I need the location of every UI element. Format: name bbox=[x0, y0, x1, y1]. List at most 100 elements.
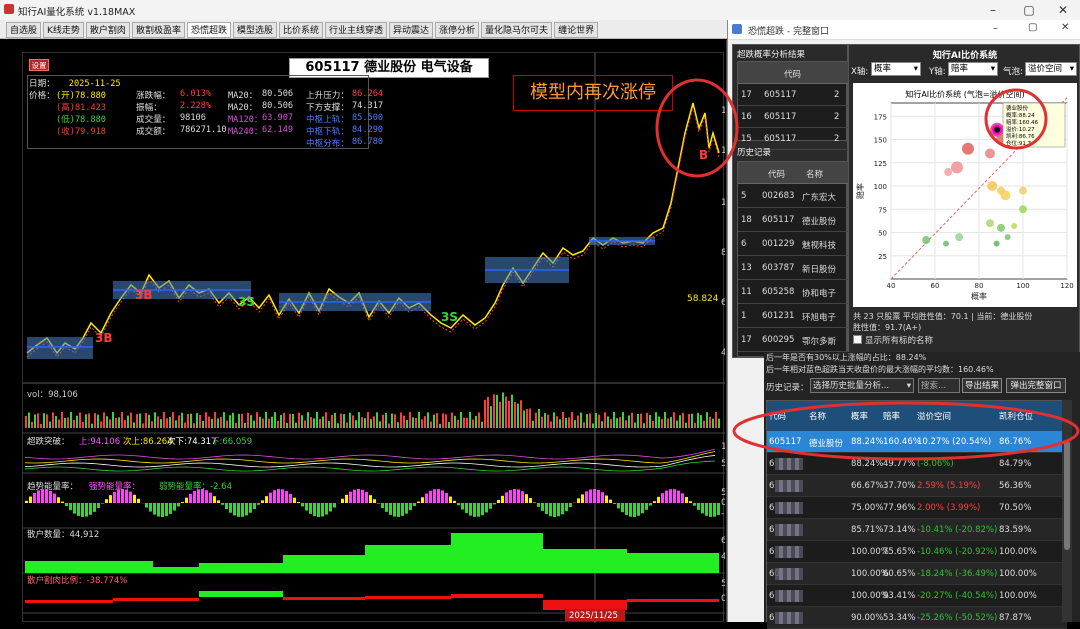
popup-window-button[interactable]: 弹出完整窗口 bbox=[1006, 378, 1066, 393]
blurred-name bbox=[775, 524, 803, 536]
tab-8[interactable]: 异动震达 bbox=[389, 22, 433, 38]
settings-button[interactable]: 设置 bbox=[29, 59, 49, 71]
trend-bar bbox=[341, 499, 344, 503]
inner-close-button[interactable]: ✕ bbox=[1061, 22, 1069, 33]
result-row[interactable]: 166051172 bbox=[738, 106, 848, 128]
vol-bar bbox=[430, 422, 432, 428]
tab-5[interactable]: 模型选股 bbox=[233, 22, 277, 38]
trend-bar bbox=[221, 503, 224, 505]
grid-header-cell[interactable]: 赔率 bbox=[883, 410, 900, 422]
vol-bar bbox=[427, 412, 429, 428]
maximize-button[interactable]: ▢ bbox=[1012, 0, 1046, 20]
search-input[interactable]: 搜索... bbox=[918, 378, 960, 393]
vol-bar bbox=[718, 419, 720, 428]
trend-bar bbox=[645, 503, 648, 510]
close-button[interactable]: ✕ bbox=[1046, 0, 1080, 20]
price-cell: (低)78.880 bbox=[56, 113, 106, 125]
trend-bar bbox=[681, 493, 684, 503]
result-table[interactable]: 代码 176051172166051172156051172 bbox=[737, 61, 847, 141]
history-row[interactable]: 6001229魅视科技 bbox=[738, 232, 848, 256]
result-cell: 16 bbox=[741, 112, 752, 122]
export-button[interactable]: 导出结果 bbox=[962, 378, 1002, 393]
history-row[interactable]: 5002683广东宏大 bbox=[738, 184, 848, 208]
tab-6[interactable]: 比价系统 bbox=[279, 22, 323, 38]
history-col-code: 代码 bbox=[768, 168, 785, 180]
axis-tick: 40 bbox=[721, 348, 725, 358]
trend-bar bbox=[685, 497, 688, 503]
grid-row[interactable]: 60100.00%60.65%-18.24% (-36.49%)100.00% bbox=[767, 563, 1067, 585]
axis-tick: 80 bbox=[721, 248, 725, 258]
breakout-value: 下:66.059 bbox=[211, 437, 252, 447]
grid-row[interactable]: 6100.00%93.41%-20.27% (-40.54%)100.00% bbox=[767, 585, 1067, 607]
retail-cut-bar bbox=[25, 600, 113, 603]
vol-bar bbox=[253, 421, 255, 428]
vol-bar bbox=[418, 412, 420, 428]
tab-7[interactable]: 行业主线穿透 bbox=[325, 22, 387, 38]
grid-row[interactable]: 605117德业股份88.24%160.46%10.27% (20.54%)86… bbox=[767, 431, 1067, 453]
history-table[interactable]: 代码名称 5002683广东宏大18605117德业股份6001229魅视科技1… bbox=[737, 161, 847, 357]
y-tick: 50 bbox=[878, 230, 887, 238]
y-axis-select[interactable]: 赔率▾ bbox=[948, 62, 998, 76]
grid-header-cell[interactable]: 概率 bbox=[851, 410, 868, 422]
tab-4[interactable]: 恐慌超跌 bbox=[187, 22, 231, 38]
history-cell: 001229 bbox=[762, 239, 794, 249]
trend-bar bbox=[449, 497, 452, 503]
grid-row[interactable]: 685.71%73.14%-10.41% (-20.82%)83.59% bbox=[767, 519, 1067, 541]
bubble-select[interactable]: 溢价空间▾ bbox=[1025, 62, 1077, 76]
tab-0[interactable]: 自选股 bbox=[6, 22, 41, 38]
vol-bar bbox=[409, 412, 411, 428]
history-row[interactable]: 11605258协和电子 bbox=[738, 280, 848, 304]
inner-maximize-button[interactable]: ▢ bbox=[1028, 22, 1037, 33]
show-all-checkbox[interactable] bbox=[853, 335, 862, 344]
grid-scrollbar[interactable] bbox=[1062, 400, 1072, 622]
inner-minimize-button[interactable]: – bbox=[993, 23, 998, 34]
grid-row[interactable]: 666.67%37.70%2.59% (5.19%)56.36% bbox=[767, 475, 1067, 497]
grid-row[interactable]: 675.00%77.96%2.00% (3.99%)70.50% bbox=[767, 497, 1067, 519]
result-grid[interactable]: 代码 名称 概率 赔率 溢价空间 凯利仓位 605117德业股份88.24%160.46%… bbox=[766, 400, 1066, 622]
vol-bar bbox=[604, 412, 606, 428]
trend-bar bbox=[437, 489, 440, 503]
tab-1[interactable]: K线走势 bbox=[43, 22, 84, 38]
history-row[interactable]: 13603787新日股份 bbox=[738, 256, 848, 280]
vol-bar bbox=[382, 415, 384, 428]
trend-bar bbox=[129, 492, 132, 503]
scatter-point bbox=[943, 241, 949, 247]
vol-bar bbox=[574, 420, 576, 428]
tab-10[interactable]: 量化隐马尔可夫 bbox=[481, 22, 552, 38]
result-row[interactable]: 176051172 bbox=[738, 84, 848, 106]
tab-3[interactable]: 散割极盈率 bbox=[132, 22, 185, 38]
history-row[interactable]: 1601231环旭电子 bbox=[738, 304, 848, 328]
vol-bar bbox=[394, 414, 396, 428]
tab-2[interactable]: 散户割肉 bbox=[86, 22, 130, 38]
vol-bar bbox=[31, 422, 33, 428]
trend-bar bbox=[249, 503, 252, 513]
support-box bbox=[27, 337, 93, 359]
minimize-button[interactable]: – bbox=[976, 0, 1010, 20]
axis-tick: 100 bbox=[721, 442, 725, 452]
grid-row[interactable]: 688.24%49.77%(-8.06%)84.79% bbox=[767, 453, 1067, 475]
vol-bar bbox=[385, 413, 387, 428]
history-cell: 18 bbox=[741, 215, 752, 225]
grid-row[interactable]: 6100.00%75.65%-10.46% (-20.92%)100.00% bbox=[767, 541, 1067, 563]
grid-row[interactable]: 690.00%53.34%-25.26% (-50.52%)87.87% bbox=[767, 607, 1067, 629]
grid-header-cell[interactable]: 代码 bbox=[769, 410, 786, 422]
x-axis-title: 概率 bbox=[971, 291, 987, 301]
vol-bar bbox=[538, 409, 540, 428]
vol-bar bbox=[49, 422, 51, 428]
tab-9[interactable]: 涨停分析 bbox=[435, 22, 479, 38]
breakout-label: 超跌突破： bbox=[27, 436, 70, 447]
vol-bar bbox=[517, 404, 519, 428]
history-row[interactable]: 17600295鄂尔多斯 bbox=[738, 328, 848, 352]
grid-header-cell[interactable]: 凯利仓位 bbox=[999, 410, 1033, 422]
vol-bar bbox=[82, 422, 84, 428]
grid-header-cell[interactable]: 名称 bbox=[809, 410, 826, 422]
breakout-value: 上:94.106 bbox=[79, 437, 120, 447]
history-select[interactable]: 选择历史批量分析...▾ bbox=[810, 378, 914, 393]
grid-header-cell[interactable]: 溢价空间 bbox=[917, 410, 951, 422]
trend-bar bbox=[121, 489, 124, 503]
stock-chart[interactable]: 3B3B3S3SB58.824140120100806040vol：98,106… bbox=[22, 52, 724, 622]
history-row[interactable]: 18605117德业股份 bbox=[738, 208, 848, 232]
tab-11[interactable]: 缠论世界 bbox=[554, 22, 598, 38]
x-axis-select[interactable]: 概率▾ bbox=[871, 62, 921, 76]
scatter-chart[interactable]: 知行AI比价系统 (气泡=溢价空间)4060801001201751501251… bbox=[853, 83, 1077, 307]
